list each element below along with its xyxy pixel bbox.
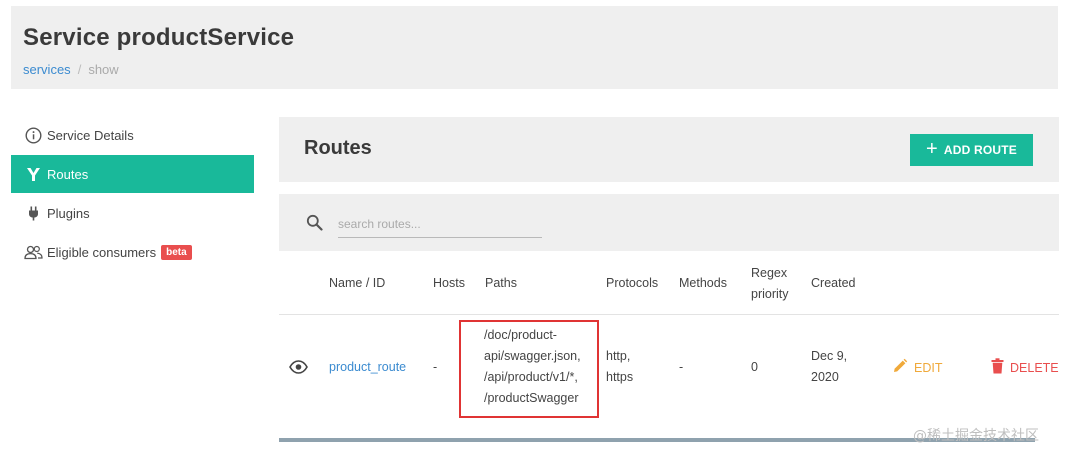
search-icon: [306, 214, 323, 236]
route-created-line: Dec 9,: [811, 349, 848, 363]
route-hosts: -: [433, 360, 438, 374]
plug-icon: [24, 204, 43, 223]
breadcrumb-services-link[interactable]: services: [23, 62, 71, 77]
delete-route-button[interactable]: DELETE: [991, 358, 1059, 377]
sidebar-item-service-details[interactable]: Service Details: [11, 116, 254, 154]
breadcrumb-separator: /: [77, 62, 82, 77]
routes-header: Routes + ADD ROUTE: [279, 117, 1059, 182]
add-route-button[interactable]: + ADD ROUTE: [910, 134, 1033, 166]
breadcrumb: services / show: [23, 62, 119, 77]
trash-icon: [991, 358, 1010, 377]
sidebar-item-label: Routes: [47, 166, 89, 182]
column-header-regex-line1: Regex: [751, 266, 788, 280]
watermark: @稀土掘金技术社区: [913, 428, 1039, 444]
column-header-created: Created: [811, 276, 856, 290]
add-route-label: ADD ROUTE: [943, 143, 1018, 157]
route-protocols: http, https: [606, 346, 633, 388]
paths-highlight-box: [459, 320, 599, 418]
routes-title: Routes: [304, 137, 372, 159]
page-header: Service productService services / show: [11, 6, 1058, 89]
edit-label: EDIT: [914, 360, 943, 375]
route-created-line: 2020: [811, 370, 839, 384]
route-protocol-line: http,: [606, 349, 631, 363]
sidebar-item-eligible-consumers[interactable]: Eligible consumers beta: [11, 233, 254, 271]
column-header-hosts: Hosts: [433, 276, 465, 290]
column-header-paths: Paths: [485, 276, 517, 290]
routes-table: Name / ID Hosts Paths Protocols Methods …: [279, 252, 1059, 442]
beta-badge: beta: [161, 244, 192, 260]
route-regex-priority: 0: [751, 360, 758, 374]
search-panel: [279, 194, 1059, 251]
eye-icon[interactable]: [289, 360, 308, 379]
sidebar-item-label: Plugins: [47, 205, 90, 221]
sidebar-item-label: Eligible consumers: [47, 244, 157, 260]
route-methods: -: [679, 360, 684, 374]
column-header-regex-line2: priority: [751, 287, 789, 301]
delete-label: DELETE: [1010, 360, 1059, 375]
plus-icon: +: [925, 138, 938, 160]
sidebar-item-plugins[interactable]: Plugins: [11, 194, 254, 232]
sidebar-item-label: Service Details: [47, 127, 134, 143]
sidebar-item-routes[interactable]: Routes: [11, 155, 254, 193]
route-name-link[interactable]: product_route: [329, 357, 406, 378]
header-divider: [279, 314, 1059, 315]
info-icon: [24, 126, 43, 145]
breadcrumb-current: show: [88, 62, 119, 77]
column-header-protocols: Protocols: [606, 276, 659, 290]
search-input[interactable]: [338, 211, 542, 238]
route-protocol-line: https: [606, 370, 634, 384]
page-title: Service productService: [23, 24, 295, 51]
column-header-regex-priority: Regex priority: [751, 263, 789, 305]
edit-route-button[interactable]: EDIT: [892, 358, 942, 377]
users-icon: [24, 243, 43, 262]
column-header-name: Name / ID: [329, 276, 386, 290]
routes-icon: [24, 165, 43, 184]
route-created: Dec 9, 2020: [811, 346, 847, 388]
pencil-icon: [892, 358, 914, 377]
sidebar: Service Details Routes Plugins Eligible …: [11, 116, 254, 272]
column-header-methods: Methods: [679, 276, 727, 290]
